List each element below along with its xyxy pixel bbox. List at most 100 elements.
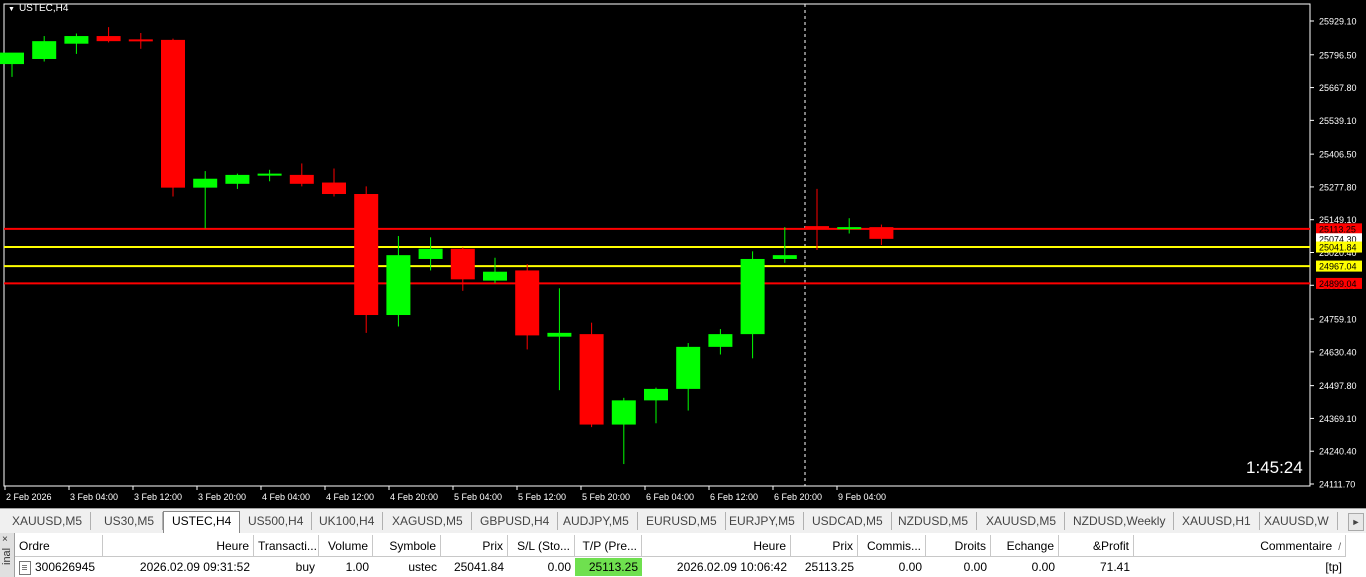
- tab-eurjpy-m5[interactable]: EURJPY,M5: [721, 512, 804, 530]
- column-header-label: Heure: [216, 539, 249, 553]
- time-axis-label: 6 Feb 04:00: [646, 492, 694, 502]
- column-header[interactable]: S/L (Sto...: [508, 535, 575, 557]
- column-header-label: S/L (Sto...: [517, 539, 570, 553]
- table-cell: 25113.25: [575, 558, 642, 576]
- table-cell: 1.00: [319, 558, 373, 576]
- table-cell: 0.00: [508, 558, 575, 576]
- price-axis-label: 25929.10: [1319, 17, 1357, 27]
- table-cell: [tp]: [1134, 558, 1346, 576]
- tabs-scroll-right-icon[interactable]: ►: [1348, 513, 1364, 531]
- column-header[interactable]: Transacti...: [254, 535, 319, 557]
- table-cell-value: 0.00: [963, 560, 987, 574]
- tab-ustec-h4[interactable]: USTEC,H4: [163, 511, 241, 533]
- candle-body: [676, 346, 701, 389]
- tab-xauusd-h1[interactable]: XAUUSD,H1: [1174, 512, 1260, 530]
- candle-body: [515, 270, 540, 336]
- column-header[interactable]: &Profit: [1059, 535, 1134, 557]
- tab-uk100-h4[interactable]: UK100,H4: [311, 512, 384, 530]
- candle: [161, 38, 185, 197]
- chart-tabs-bar: XAUUSD,W XAUUSD,H1 NZDUSD,Weekly XAUUSD,M5 N…: [0, 508, 1366, 534]
- column-header[interactable]: Heure: [103, 535, 254, 557]
- candle-body: [161, 39, 185, 188]
- tab-us500-h4[interactable]: US500,H4: [240, 512, 313, 530]
- candle-body: [611, 400, 636, 425]
- candlestick-chart[interactable]: 25929.10 25796.50 25667.80 25539.10 25406.50…: [0, 0, 1366, 508]
- time-axis-label: 6 Feb 12:00: [710, 492, 758, 502]
- chart-symbol-title: ▼ USTEC,H4: [8, 3, 68, 14]
- order-document-icon: [19, 560, 31, 575]
- table-cell: 0.00: [858, 558, 926, 576]
- tab-audjpy-m5[interactable]: AUDJPY,M5: [555, 512, 638, 530]
- price-tag: 25041.84: [1316, 241, 1362, 253]
- column-header-label: Droits: [954, 539, 986, 553]
- table-cell-value: 2026.02.09 10:06:42: [676, 560, 787, 574]
- time-axis-label: 4 Feb 04:00: [262, 492, 310, 502]
- column-header[interactable]: Prix: [791, 535, 858, 557]
- column-header[interactable]: Ordre: [15, 535, 103, 557]
- sort-icon: /: [1338, 542, 1341, 553]
- candle-body: [32, 41, 57, 59]
- column-header[interactable]: Echange: [991, 535, 1059, 557]
- column-header-label: Symbole: [389, 539, 436, 553]
- table-cell-value: ustec: [408, 560, 437, 574]
- column-header[interactable]: Droits: [926, 535, 991, 557]
- column-header[interactable]: Commis...: [858, 535, 926, 557]
- time-axis-label: 4 Feb 20:00: [390, 492, 438, 502]
- tab-nzdusd-m5[interactable]: NZDUSD,M5: [890, 512, 978, 530]
- price-axis-label: 25539.10: [1319, 116, 1357, 126]
- chart-area[interactable]: 25929.10 25796.50 25667.80 25539.10 25406.50…: [0, 0, 1366, 508]
- column-header-label: Prix: [482, 539, 503, 553]
- candle-body: [257, 173, 282, 176]
- table-cell-value: 25113.25: [804, 560, 854, 574]
- tab-xagusd-m5[interactable]: XAGUSD,M5: [384, 512, 472, 530]
- tab-xauusd-w[interactable]: XAUUSD,W: [1256, 512, 1338, 530]
- tab-usdcad-m5[interactable]: USDCAD,M5: [804, 512, 892, 530]
- candle-body: [805, 226, 829, 229]
- dropdown-triangle-icon[interactable]: ▼: [8, 6, 15, 13]
- price-axis-label: 25667.80: [1319, 83, 1357, 93]
- time-axis-label: 3 Feb 12:00: [134, 492, 182, 502]
- table-cell: 0.00: [926, 558, 991, 576]
- column-header-label: Prix: [832, 539, 853, 553]
- column-header[interactable]: T/P (Pre...: [575, 535, 642, 557]
- column-header[interactable]: Prix: [441, 535, 508, 557]
- column-header-label: Echange: [1006, 539, 1054, 553]
- chart-background: [0, 0, 1366, 508]
- tab-eurusd-m5[interactable]: EURUSD,M5: [638, 512, 726, 530]
- column-header-label: Ordre: [19, 539, 50, 553]
- tab-xauusd-m5[interactable]: XAUUSD,M5: [978, 512, 1066, 530]
- table-cell-value: [tp]: [1325, 560, 1342, 574]
- price-tag-label: 25113.25: [1319, 224, 1356, 234]
- table-cell: 2026.02.09 09:31:52: [103, 558, 254, 576]
- column-header[interactable]: Commentaire /: [1134, 535, 1346, 557]
- candle-body: [386, 255, 411, 316]
- time-axis-label: 3 Feb 04:00: [70, 492, 118, 502]
- table-cell: 71.41: [1059, 558, 1134, 576]
- tab-gbpusd-h4[interactable]: GBPUSD,H4: [472, 512, 559, 530]
- candle-body: [869, 227, 894, 239]
- table-cell: 0.00: [991, 558, 1059, 576]
- terminal-side-label: inal: [1, 547, 13, 565]
- price-axis-label: 24369.10: [1319, 414, 1357, 424]
- tab-us30-m5[interactable]: US30,M5: [96, 512, 164, 530]
- candle-body: [322, 182, 346, 195]
- tab-nzdusd-weekly[interactable]: NZDUSD,Weekly: [1065, 512, 1175, 530]
- candle-body: [289, 174, 314, 184]
- time-axis-label: 5 Feb 20:00: [582, 492, 630, 502]
- candle: [579, 322, 604, 428]
- table-cell-value: 2026.02.09 09:31:52: [139, 560, 250, 574]
- column-header[interactable]: Volume: [319, 535, 373, 557]
- table-cell: 25113.25: [791, 558, 858, 576]
- time-axis-label: 3 Feb 20:00: [198, 492, 246, 502]
- table-cell: 25041.84: [441, 558, 508, 576]
- candle-body: [450, 248, 475, 280]
- terminal-side-tab[interactable]: × inal: [0, 533, 15, 577]
- table-cell-value: 1.00: [345, 560, 369, 574]
- time-axis-label: 4 Feb 12:00: [326, 492, 374, 502]
- column-header[interactable]: Symbole: [373, 535, 441, 557]
- chart-title-text: USTEC,H4: [18, 3, 69, 14]
- column-header[interactable]: Heure: [642, 535, 791, 557]
- close-icon[interactable]: ×: [2, 535, 8, 545]
- table-cell-value: 71.41: [1099, 560, 1130, 574]
- tab-xauusd-m5[interactable]: XAUUSD,M5: [4, 512, 92, 530]
